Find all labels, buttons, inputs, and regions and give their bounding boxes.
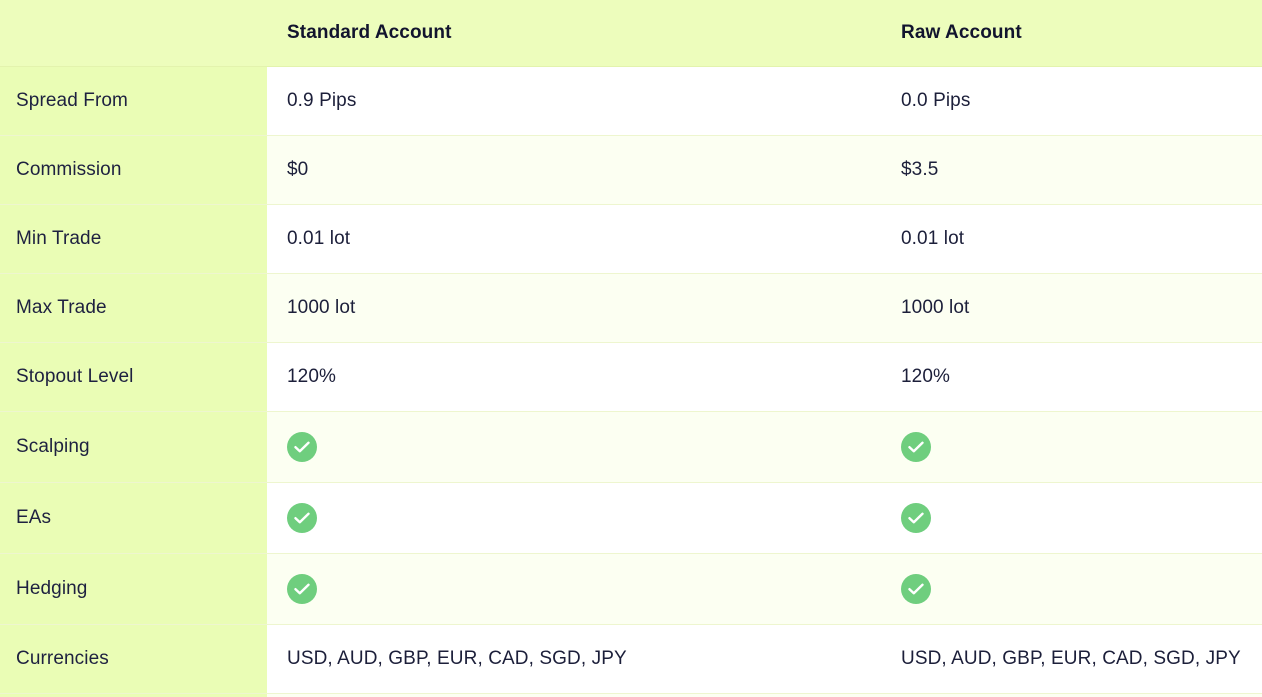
standard-value: 0.01 lot xyxy=(287,228,351,249)
row-label: Currencies xyxy=(0,625,267,693)
table-row-max-trade: Max Trade 1000 lot 1000 lot xyxy=(0,274,1262,343)
account-comparison-table: Standard Account Raw Account Spread From… xyxy=(0,0,1262,697)
row-label: Scalping xyxy=(0,412,267,482)
raw-value: $3.5 xyxy=(901,159,939,180)
standard-value: 120% xyxy=(287,366,336,387)
header-corner-cell xyxy=(0,0,267,66)
standard-value: 0.9 Pips xyxy=(287,90,357,111)
row-label: Max Trade xyxy=(0,274,267,342)
header-standard-account: Standard Account xyxy=(287,22,452,43)
raw-value: 0.01 lot xyxy=(901,228,965,249)
row-label: Hedging xyxy=(0,554,267,624)
raw-value xyxy=(881,483,1262,553)
table-row-scalping: Scalping xyxy=(0,412,1262,483)
raw-value xyxy=(881,554,1262,624)
row-label: Stopout Level xyxy=(0,343,267,411)
table-row-commission: Commission $0 $3.5 xyxy=(0,136,1262,205)
table-row-currencies: Currencies USD, AUD, GBP, EUR, CAD, SGD,… xyxy=(0,625,1262,694)
raw-value: 120% xyxy=(901,366,950,387)
raw-value: 1000 lot xyxy=(901,297,970,318)
row-label: EAs xyxy=(0,483,267,553)
check-icon xyxy=(901,432,931,462)
standard-value xyxy=(267,554,881,624)
row-label: Spread From xyxy=(0,67,267,135)
standard-value: 1000 lot xyxy=(287,297,356,318)
standard-value: USD, AUD, GBP, EUR, CAD, SGD, JPY xyxy=(287,648,627,669)
raw-value xyxy=(881,412,1262,482)
standard-value xyxy=(267,483,881,553)
row-label: Min Trade xyxy=(0,205,267,273)
standard-value: $0 xyxy=(287,159,309,180)
row-label: Commission xyxy=(0,136,267,204)
check-icon xyxy=(901,503,931,533)
header-raw-account: Raw Account xyxy=(901,22,1022,43)
check-icon xyxy=(287,432,317,462)
table-row-min-trade: Min Trade 0.01 lot 0.01 lot xyxy=(0,205,1262,274)
raw-value: 0.0 Pips xyxy=(901,90,971,111)
check-icon xyxy=(901,574,931,604)
table-row-spread-from: Spread From 0.9 Pips 0.0 Pips xyxy=(0,67,1262,136)
table-header-row: Standard Account Raw Account xyxy=(0,0,1262,67)
check-icon xyxy=(287,503,317,533)
raw-value: USD, AUD, GBP, EUR, CAD, SGD, JPY xyxy=(901,648,1241,669)
table-row-hedging: Hedging xyxy=(0,554,1262,625)
table-row-eas: EAs xyxy=(0,483,1262,554)
standard-value xyxy=(267,412,881,482)
check-icon xyxy=(287,574,317,604)
table-row-stopout-level: Stopout Level 120% 120% xyxy=(0,343,1262,412)
